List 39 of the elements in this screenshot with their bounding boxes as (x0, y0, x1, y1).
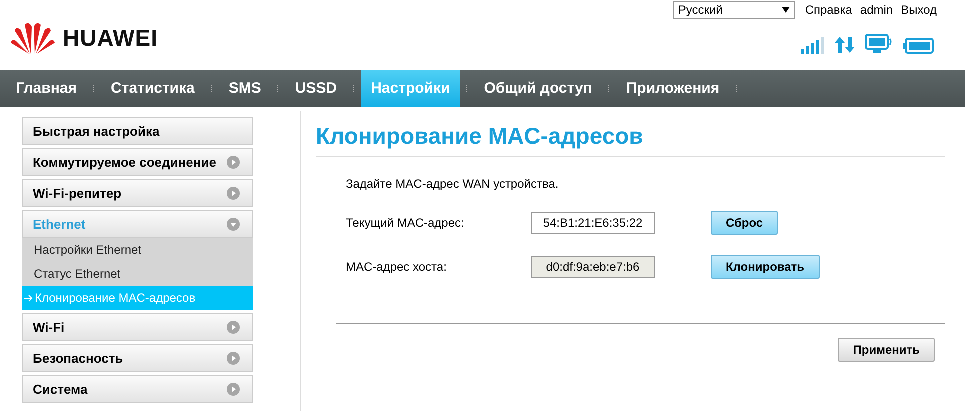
arrow-right-icon (24, 294, 33, 302)
mac-field[interactable]: 54:B1:21:E6:35:22 (531, 212, 655, 234)
language-select[interactable]: Русский (673, 1, 796, 19)
menu-tab[interactable]: Общий доступ (474, 70, 602, 107)
battery-icon (903, 38, 934, 54)
chevron-right-icon (227, 186, 240, 200)
chevron-right-icon (227, 352, 240, 364)
menu-tab[interactable]: Приложения (616, 70, 730, 107)
field-label: MAC-адрес хоста: (346, 260, 448, 274)
sidebar-item[interactable]: Быстрая настройка (22, 117, 253, 145)
description: Задайте MAC-адрес WAN устройства. (346, 177, 560, 191)
signal-icon (801, 37, 825, 54)
menu-tab[interactable]: USSD (285, 70, 348, 107)
sidebar-item[interactable]: Wi-Fi-репитер (22, 179, 253, 207)
sidebar-item[interactable]: Wi-Fi (22, 313, 253, 341)
flower-logo-icon (11, 21, 55, 55)
menu-tab[interactable]: Главная (6, 70, 88, 107)
action-button[interactable]: Сброс (711, 211, 778, 235)
updown-arrows-icon (835, 36, 855, 54)
header-link[interactable]: admin (860, 3, 894, 17)
field-label: Текущий MAC-адрес: (346, 216, 466, 230)
apply-button[interactable]: Применить (838, 338, 935, 362)
monitor-icon (865, 34, 893, 54)
sidebar-subitem[interactable]: Статус Ethernet (22, 262, 253, 286)
menu-tab[interactable]: Статистика (101, 70, 205, 107)
chevron-right-icon (227, 382, 240, 396)
header-link[interactable]: Справка (805, 3, 852, 17)
sidebar-item[interactable]: Безопасность (22, 344, 253, 372)
sidebar-item[interactable]: Коммутируемое соединение (22, 148, 253, 176)
chevron-right-icon (227, 320, 240, 334)
page-title: Клонирование MAC-адресов (316, 123, 945, 157)
chevron-right-icon (227, 156, 240, 168)
sidebar-item[interactable]: Система (22, 375, 253, 403)
logo-text: HUAWEI (63, 24, 158, 52)
sidebar-subitem[interactable]: Настройки Ethernet (22, 238, 253, 262)
menu-tab[interactable]: SMS (218, 70, 272, 107)
dropdown-arrow-icon (782, 7, 790, 13)
chevron-down-icon (227, 218, 240, 230)
header-link[interactable]: Выход (901, 3, 937, 17)
